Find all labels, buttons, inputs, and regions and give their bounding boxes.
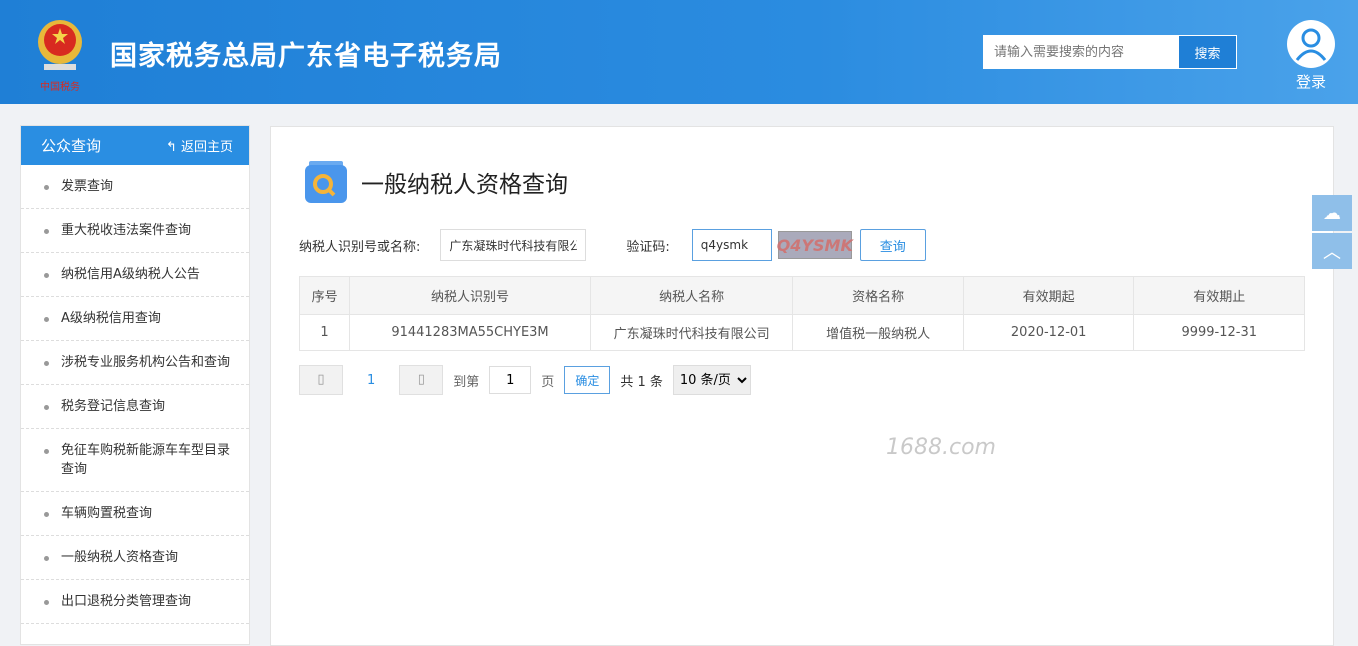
back-home-link[interactable]: ↰ 返回主页	[166, 136, 233, 155]
header: 中国税务 国家税务总局广东省电子税务局 搜索 登录	[0, 0, 1358, 104]
column-header: 纳税人名称	[589, 276, 794, 315]
total-count: 共 1 条	[620, 374, 663, 390]
site-title: 国家税务总局广东省电子税务局	[110, 41, 502, 72]
login-button[interactable]: 登录	[1287, 20, 1335, 92]
sidebar-item[interactable]: 重大税收违法案件查询	[21, 209, 249, 253]
pagination: ▯ 1 ▯ 到第 页 确定 共 1 条 10 条/页	[299, 365, 751, 395]
svg-text:中国税务: 中国税务	[40, 80, 80, 93]
watermark: 1688.com	[886, 435, 996, 460]
column-header: 纳税人识别号	[349, 276, 591, 315]
sidebar-item[interactable]: 涉税专业服务机构公告和查询	[21, 341, 249, 385]
search-document-icon	[305, 161, 347, 203]
search-input[interactable]	[984, 36, 1178, 68]
sidebar-title: 公众查询	[41, 137, 102, 155]
sidebar-item[interactable]: 免征车购税新能源车车型目录查询	[21, 429, 249, 492]
column-header: 有效期止	[1133, 276, 1305, 315]
table-cell: 广东凝珠时代科技有限公司	[589, 314, 794, 351]
results-table: 序号 纳税人识别号 纳税人名称 资格名称 有效期起 有效期止 1 91441283MA55C…	[298, 276, 1305, 351]
page-title: 一般纳税人资格查询	[303, 159, 568, 205]
back-home-label: 返回主页	[180, 140, 233, 155]
chevron-up-icon: ︿	[1323, 242, 1341, 263]
captcha-label: 验证码:	[626, 239, 670, 255]
goto-label: 到第	[453, 374, 480, 390]
goto-confirm-button[interactable]: 确定	[564, 366, 611, 394]
sidebar-item[interactable]: 发票查询	[21, 165, 249, 209]
back-to-top-button[interactable]: ︿	[1312, 233, 1352, 269]
next-page-button[interactable]: ▯	[399, 365, 444, 395]
user-icon	[1287, 20, 1335, 68]
sidebar-item[interactable]: A级纳税信用查询	[21, 297, 249, 341]
column-header: 序号	[298, 276, 351, 315]
sidebar-item[interactable]: 一般纳税人资格查询	[21, 536, 249, 580]
table-cell: 增值税一般纳税人	[792, 314, 964, 351]
table-cell: 91441283MA55CHYE3M	[349, 314, 591, 351]
page-size-select[interactable]: 10 条/页	[672, 365, 751, 395]
search-button[interactable]: 搜索	[1178, 36, 1236, 68]
login-label: 登录	[1295, 73, 1326, 91]
table-row: 1 91441283MA55CHYE3M 广东凝珠时代科技有限公司 增值税一般纳税人 2…	[298, 314, 1305, 351]
taxpayer-label: 纳税人识别号或名称:	[299, 239, 421, 255]
sidebar-item[interactable]: 车辆购置税查询	[21, 492, 249, 536]
column-header: 有效期起	[962, 276, 1135, 315]
page-title-text: 一般纳税人资格查询	[361, 172, 568, 198]
captcha-image[interactable]: Q4YSMK	[777, 231, 853, 259]
wechat-button[interactable]: ☁	[1312, 195, 1352, 231]
sidebar-header: 公众查询 ↰ 返回主页	[21, 126, 249, 165]
back-arrow-icon: ↰	[165, 140, 181, 155]
captcha-input[interactable]	[691, 229, 772, 261]
table-cell: 9999-12-31	[1133, 314, 1305, 351]
sidebar-item[interactable]: 出口退税分类管理查询	[21, 580, 249, 624]
column-header: 资格名称	[792, 276, 964, 315]
table-cell: 1	[298, 314, 351, 351]
taxpayer-input[interactable]	[440, 229, 587, 261]
sidebar-item[interactable]: 税务登记信息查询	[21, 385, 249, 429]
table-cell: 2020-12-01	[962, 314, 1135, 351]
search-box: 搜索	[983, 35, 1237, 69]
prev-page-button[interactable]: ▯	[299, 365, 343, 395]
main-panel: 一般纳税人资格查询 纳税人识别号或名称: 验证码: Q4YSMK 查询 序号纳税…	[270, 126, 1334, 646]
query-form: 纳税人识别号或名称: 验证码: Q4YSMK 查询	[299, 229, 926, 261]
goto-page-input[interactable]	[489, 366, 532, 394]
sidebar: 公众查询 ↰ 返回主页 发票查询 重大税收违法案件查询 纳税信用A级纳税人公告 A级纳…	[20, 125, 250, 645]
wechat-icon: ☁	[1323, 202, 1341, 224]
national-emblem-logo: 中国税务	[38, 20, 82, 93]
page-number-1[interactable]: 1	[353, 373, 389, 388]
page-unit: 页	[541, 374, 555, 390]
sidebar-item[interactable]: 纳税信用A级纳税人公告	[21, 253, 249, 297]
query-button[interactable]: 查询	[859, 229, 926, 261]
